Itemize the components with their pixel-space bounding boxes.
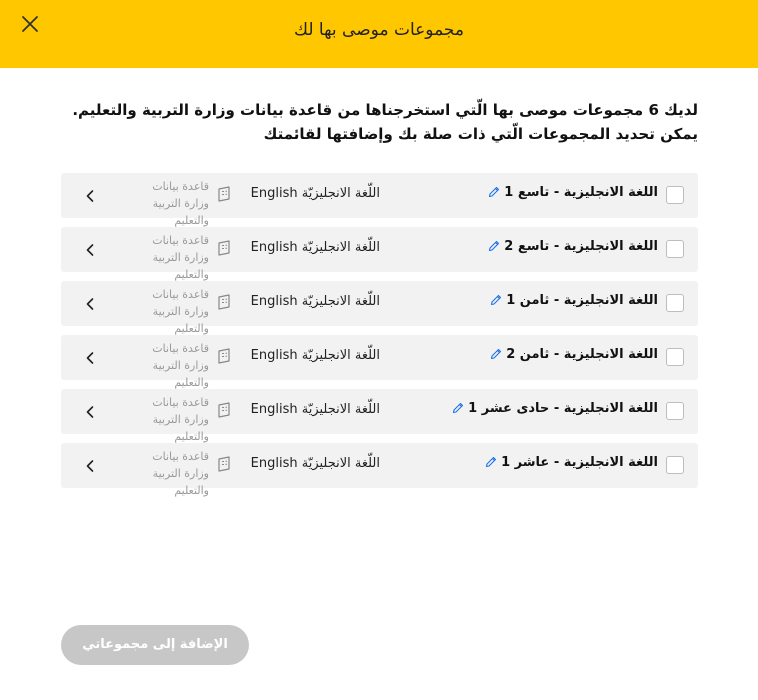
chevron-left-icon[interactable] [85, 242, 95, 256]
group-subject: اللّغة الانجليزيّة English [250, 186, 380, 201]
group-source: قاعدة بيانات وزارة التربية والتعليم [152, 450, 209, 497]
group-name: اللغة الانجليزية - ثامن 2 [490, 347, 658, 364]
group-row[interactable]: اللغة الانجليزية - حادى عشر 1 اللّغة الا… [61, 389, 698, 443]
group-checkbox[interactable] [666, 402, 684, 420]
group-row[interactable]: اللغة الانجليزية - تاسع 2 اللّغة الانجلي… [61, 227, 698, 281]
group-checkbox[interactable] [666, 186, 684, 204]
group-source: قاعدة بيانات وزارة التربية والتعليم [152, 180, 209, 227]
group-checkbox[interactable] [666, 240, 684, 258]
group-source: قاعدة بيانات وزارة التربية والتعليم [152, 234, 209, 281]
intro-line-1: لديك 6 مجموعات موصى بها الّتي استخرجناها… [72, 101, 698, 119]
group-row[interactable]: اللغة الانجليزية - ثامن 1 اللّغة الانجلي… [61, 281, 698, 335]
pencil-icon[interactable] [488, 240, 500, 256]
group-checkbox[interactable] [666, 348, 684, 366]
group-name-text: اللغة الانجليزية - تاسع 2 [504, 239, 658, 254]
intro-text: لديك 6 مجموعات موصى بها الّتي استخرجناها… [58, 98, 698, 146]
group-checkbox[interactable] [666, 456, 684, 474]
group-subject: اللّغة الانجليزيّة English [250, 294, 380, 309]
group-name: اللغة الانجليزية - تاسع 1 [488, 185, 658, 202]
school-building-icon [218, 186, 230, 202]
group-checkbox[interactable] [666, 294, 684, 312]
school-building-icon [218, 348, 230, 364]
group-subject: اللّغة الانجليزيّة English [250, 348, 380, 363]
dialog-header: مجموعات موصى بها لك [0, 0, 758, 68]
group-name-text: اللغة الانجليزية - تاسع 1 [504, 185, 658, 200]
add-to-my-groups-button[interactable]: الإضافة إلى مجموعاتي [61, 625, 249, 665]
school-building-icon [218, 456, 230, 472]
group-name: اللغة الانجليزية - عاشر 1 [485, 455, 658, 472]
group-subject: اللّغة الانجليزيّة English [250, 240, 380, 255]
dialog-title: مجموعات موصى بها لك [294, 20, 464, 40]
pencil-icon[interactable] [452, 402, 464, 418]
chevron-left-icon[interactable] [85, 458, 95, 472]
pencil-icon[interactable] [490, 348, 502, 364]
group-subject: اللّغة الانجليزيّة English [250, 402, 380, 417]
group-name: اللغة الانجليزية - ثامن 1 [490, 293, 658, 310]
group-name-text: اللغة الانجليزية - حادى عشر 1 [468, 401, 658, 416]
school-building-icon [218, 402, 230, 418]
chevron-left-icon[interactable] [85, 296, 95, 310]
pencil-icon[interactable] [490, 294, 502, 310]
group-name-text: اللغة الانجليزية - ثامن 1 [506, 293, 658, 308]
chevron-left-icon[interactable] [85, 350, 95, 364]
pencil-icon[interactable] [485, 456, 497, 472]
group-name: اللغة الانجليزية - حادى عشر 1 [452, 401, 658, 418]
group-name-text: اللغة الانجليزية - ثامن 2 [506, 347, 658, 362]
intro-line-2: يمكن تحديد المجموعات الّتي ذات صلة بك وإ… [263, 125, 698, 143]
group-name-text: اللغة الانجليزية - عاشر 1 [501, 455, 658, 470]
pencil-icon[interactable] [488, 186, 500, 202]
group-source: قاعدة بيانات وزارة التربية والتعليم [152, 342, 209, 389]
group-row[interactable]: اللغة الانجليزية - ثامن 2 اللّغة الانجلي… [61, 335, 698, 389]
group-subject: اللّغة الانجليزيّة English [250, 456, 380, 471]
chevron-left-icon[interactable] [85, 404, 95, 418]
group-name: اللغة الانجليزية - تاسع 2 [488, 239, 658, 256]
group-row[interactable]: اللغة الانجليزية - عاشر 1 اللّغة الانجلي… [61, 443, 698, 497]
group-row[interactable]: اللغة الانجليزية - تاسع 1 اللّغة الانجلي… [61, 173, 698, 227]
chevron-left-icon[interactable] [85, 188, 95, 202]
group-source: قاعدة بيانات وزارة التربية والتعليم [152, 288, 209, 335]
school-building-icon [218, 240, 230, 256]
group-source: قاعدة بيانات وزارة التربية والتعليم [152, 396, 209, 443]
school-building-icon [218, 294, 230, 310]
recommended-groups-list: اللغة الانجليزية - تاسع 1 اللّغة الانجلي… [61, 173, 698, 497]
